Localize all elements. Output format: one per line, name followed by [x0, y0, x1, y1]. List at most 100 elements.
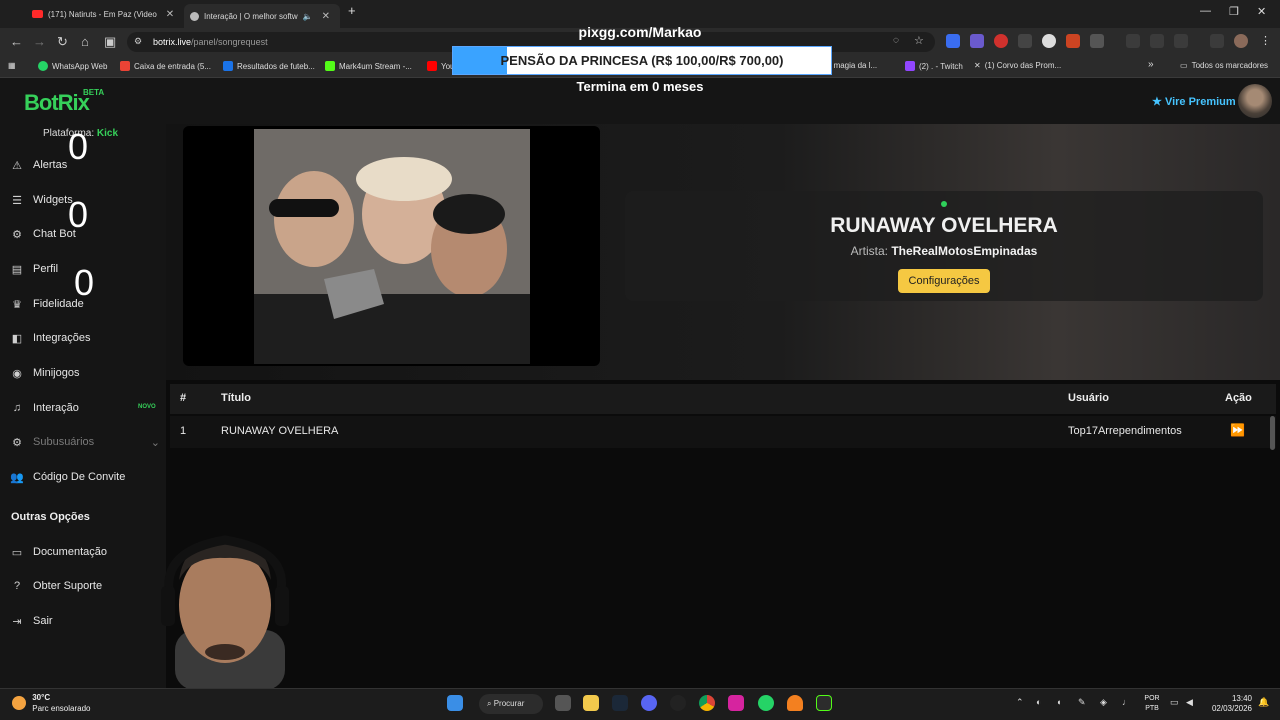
- volume-tray-icon[interactable]: ◖: [1056, 697, 1061, 707]
- reading-list-icon[interactable]: [1210, 34, 1224, 48]
- tab-title: Interação | O melhor softw: [204, 11, 298, 21]
- sidebar-item-sair[interactable]: ⇥ Sair: [10, 610, 52, 632]
- taskview-icon[interactable]: [555, 695, 571, 711]
- twitch-icon: [905, 61, 915, 71]
- sidebar-item-chatbot[interactable]: ⚙ Chat Bot: [10, 223, 76, 245]
- sidebar-item-widgets[interactable]: ☰ Widgets: [10, 189, 73, 211]
- cloud-icon[interactable]: [787, 695, 803, 711]
- beta-badge: BETA: [83, 88, 105, 97]
- botrix-favicon-icon: [190, 11, 199, 21]
- minimize-icon[interactable]: —: [1200, 5, 1211, 17]
- youtube-icon: [427, 61, 437, 71]
- profile-icon: ▤: [11, 263, 23, 276]
- maximize-icon[interactable]: ❐: [1229, 5, 1239, 18]
- bookmark-whatsapp[interactable]: WhatsApp Web: [38, 61, 107, 71]
- translate-icon[interactable]: [1150, 34, 1164, 48]
- tab-youtube[interactable]: (171) Natiruts - Em Paz (Video ✕: [26, 4, 182, 24]
- sidebar-item-interacao[interactable]: ♫ Interação: [10, 397, 79, 419]
- docs-icon: ▭: [11, 546, 23, 559]
- apps-grid-icon[interactable]: ▦: [8, 61, 16, 70]
- extension-icon[interactable]: [1018, 34, 1032, 48]
- sidepanel-icon[interactable]: ▣: [104, 34, 116, 50]
- widgets-icon: ☰: [12, 194, 22, 207]
- sidebar-item-suporte[interactable]: ? Obter Suporte: [10, 575, 102, 597]
- star-icon: ★: [1152, 96, 1162, 108]
- bookmark-star-icon[interactable]: ☆: [914, 34, 924, 47]
- speaker-icon[interactable]: ◀: [1186, 697, 1193, 708]
- logout-icon: ⇥: [12, 615, 22, 628]
- language-indicator[interactable]: POR PTB: [1142, 694, 1162, 714]
- download-icon[interactable]: [1126, 34, 1140, 48]
- sidebar-item-perfil[interactable]: ▤ Perfil: [10, 258, 58, 280]
- gamepad-icon: ◉: [12, 367, 22, 380]
- clock[interactable]: 13:40 02/03/2026: [1208, 694, 1252, 714]
- sidebar-item-documentacao[interactable]: ▭ Documentação: [10, 541, 107, 563]
- extension-icon[interactable]: [946, 34, 960, 48]
- weather-widget[interactable]: 30°C Parc ensolarado: [12, 692, 91, 714]
- bookmark-youtube[interactable]: You: [427, 61, 455, 71]
- bookmark-futebol[interactable]: Resultados de futeb...: [223, 61, 315, 71]
- network-icon[interactable]: ▭: [1170, 697, 1179, 708]
- back-icon[interactable]: ←: [10, 34, 23, 49]
- discord-tray-icon[interactable]: ◐: [1036, 697, 1041, 707]
- url-domain: botrix.live: [153, 37, 192, 47]
- site-info-icon[interactable]: ⚙: [134, 36, 142, 47]
- tab-botrix[interactable]: Interação | O melhor softw 🔈 ✕: [184, 4, 340, 28]
- all-bookmarks[interactable]: ▭ Todos os marcadores: [1180, 61, 1268, 70]
- menu-kebab-icon[interactable]: ⋮: [1260, 34, 1271, 47]
- home-icon[interactable]: ⌂: [81, 34, 89, 49]
- close-window-icon[interactable]: ✕: [1257, 5, 1266, 18]
- obs-icon[interactable]: [670, 695, 686, 711]
- queue-table-header: [170, 384, 1276, 414]
- goal-text: PENSÃO DA PRINCESA (R$ 100,00/R$ 700,00): [500, 53, 784, 68]
- instagram-icon[interactable]: [728, 695, 744, 711]
- cast-icon[interactable]: [1174, 34, 1188, 48]
- extension-icon[interactable]: [1066, 34, 1080, 48]
- eye-off-icon[interactable]: ◌: [893, 35, 899, 46]
- settings-button[interactable]: Configurações: [898, 269, 990, 293]
- pen-icon[interactable]: ✎: [1078, 697, 1086, 708]
- bookmark-x[interactable]: ✕ (1) Corvo das Prom...: [974, 61, 1061, 70]
- botrix-logo[interactable]: BotRix: [24, 90, 90, 116]
- col-num: #: [180, 392, 187, 404]
- extension-icon[interactable]: [970, 34, 984, 48]
- close-icon[interactable]: ✕: [322, 11, 330, 22]
- extension-icon[interactable]: [1042, 34, 1056, 48]
- folder-icon: ▭: [1180, 61, 1188, 70]
- chrome-icon[interactable]: [699, 695, 715, 711]
- discord-icon[interactable]: [641, 695, 657, 711]
- sidebar-item-convite[interactable]: 👥 Código De Convite: [10, 466, 125, 488]
- whatsapp-icon[interactable]: [758, 695, 774, 711]
- extensions-puzzle-icon[interactable]: [1090, 34, 1104, 48]
- terminal-icon[interactable]: [816, 695, 832, 711]
- file-explorer-icon[interactable]: [583, 695, 599, 711]
- windows-start-icon[interactable]: [447, 695, 463, 711]
- tray-chevron-icon[interactable]: ⌃: [1016, 697, 1024, 708]
- close-icon[interactable]: ✕: [166, 9, 174, 20]
- security-icon[interactable]: ◈: [1100, 697, 1107, 708]
- bookmark-twitch[interactable]: (2) . - Twitch: [905, 61, 963, 71]
- notification-bell-icon[interactable]: 🔔: [1258, 697, 1269, 708]
- bookmark-gmail[interactable]: Caixa de entrada (5...: [120, 61, 211, 71]
- taskbar-search[interactable]: ⌕ Procurar: [479, 694, 543, 714]
- scrollbar[interactable]: [1270, 416, 1275, 450]
- reload-icon[interactable]: ↻: [57, 34, 68, 50]
- profile-icon[interactable]: [1234, 34, 1248, 48]
- sidebar-item-integracoes[interactable]: ◧ Integrações: [10, 327, 91, 349]
- premium-button[interactable]: ★ Vire Premium: [1152, 95, 1236, 108]
- new-tab-button[interactable]: +: [348, 3, 356, 18]
- bookmarks-overflow[interactable]: »: [1148, 59, 1154, 70]
- sidebar-item-minijogos[interactable]: ◉ Minijogos: [10, 362, 79, 384]
- user-avatar[interactable]: [1238, 84, 1272, 118]
- steam-icon[interactable]: [612, 695, 628, 711]
- forward-icon[interactable]: →: [33, 34, 46, 49]
- webcam-image: [161, 535, 289, 690]
- row-user: Top17Arrependimentos: [1068, 425, 1182, 437]
- bookmark-kick[interactable]: Mark4um Stream -...: [325, 61, 412, 71]
- skip-forward-icon[interactable]: ⏩: [1230, 423, 1245, 437]
- extension-icon[interactable]: [994, 34, 1008, 48]
- microphone-icon[interactable]: ♩: [1122, 697, 1131, 707]
- sidebar-item-subusuarios[interactable]: ⚙ Subusuários ⌄: [10, 431, 160, 453]
- sidebar-item-fidelidade[interactable]: ♛ Fidelidade: [10, 293, 84, 315]
- sidebar-item-alertas[interactable]: ⚠ Alertas: [10, 154, 67, 176]
